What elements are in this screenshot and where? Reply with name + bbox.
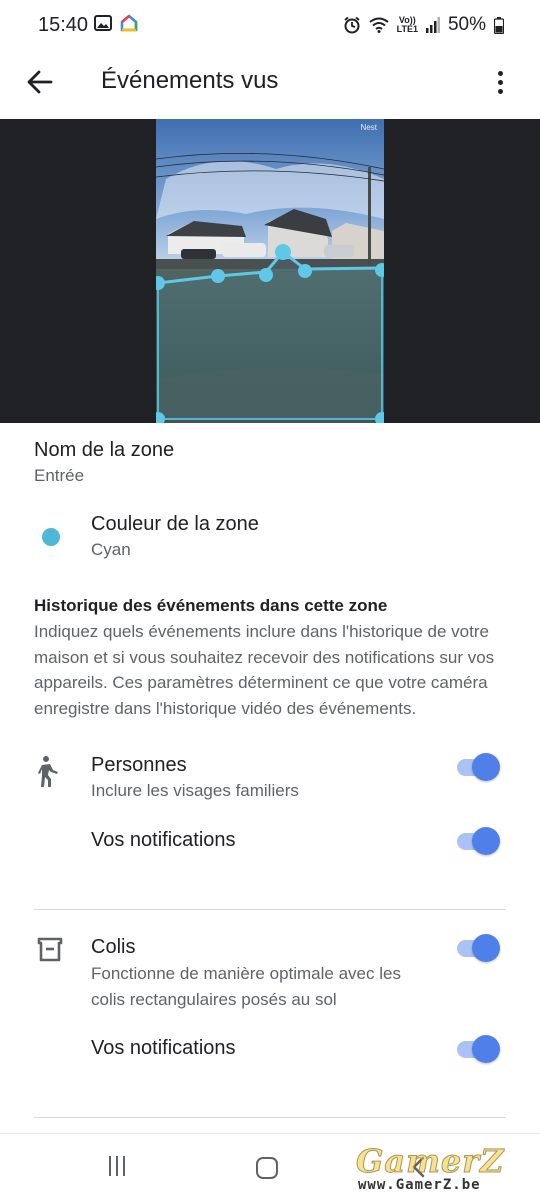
- history-title: Historique des événements dans cette zon…: [34, 596, 388, 615]
- packages-notifications-toggle[interactable]: [455, 1033, 501, 1065]
- google-home-icon: [120, 14, 138, 32]
- recents-button[interactable]: [106, 1156, 128, 1178]
- watermark-url: www.GamerZ.be: [358, 1177, 481, 1193]
- recents-icon: [109, 1156, 111, 1176]
- zone-color-title: Couleur de la zone: [91, 513, 259, 535]
- nest-brand-label: Nest: [360, 123, 377, 132]
- section-divider: [34, 1117, 506, 1118]
- wifi-icon: [369, 17, 389, 33]
- packages-notifications-setting[interactable]: Vos notifications: [34, 1033, 506, 1076]
- zone-name-title: Nom de la zone: [34, 439, 175, 461]
- more-vert-icon: [497, 70, 503, 76]
- more-vert-dot: [497, 88, 503, 94]
- arrow-back-icon: [27, 70, 53, 94]
- packages-notifications-label: Vos notifications: [91, 1037, 236, 1059]
- toggle-thumb: [472, 1035, 500, 1063]
- persons-notifications-label: Vos notifications: [91, 829, 236, 851]
- history-description: Indiquez quels événements inclure dans l…: [34, 622, 495, 718]
- camera-image: [156, 119, 384, 423]
- back-button[interactable]: [22, 64, 58, 100]
- volte-bottom-label: LTE1: [396, 24, 418, 34]
- zone-handle[interactable]: [298, 264, 312, 278]
- toggle-thumb: [472, 753, 500, 781]
- persons-subtitle: Inclure les visages familiers: [91, 781, 299, 800]
- more-vert-dot: [497, 79, 503, 85]
- camera-frame[interactable]: Nest: [156, 119, 384, 423]
- status-bar: 15:40 Vo)) LTE1 50%: [0, 0, 540, 50]
- zone-handle[interactable]: [211, 269, 225, 283]
- packages-setting[interactable]: Colis Fonctionne de manière optimale ave…: [34, 932, 506, 1015]
- packages-toggle[interactable]: [455, 932, 501, 964]
- zone-color-value: Cyan: [91, 540, 131, 559]
- battery-icon: [494, 16, 504, 34]
- packages-subtitle: Fonctionne de manière optimale avec les …: [91, 964, 401, 1009]
- toggle-thumb: [472, 934, 500, 962]
- person-walking-icon: [38, 756, 58, 787]
- home-button[interactable]: [256, 1157, 278, 1179]
- zone-name-setting[interactable]: Nom de la zone Entrée: [34, 438, 174, 488]
- persons-toggle[interactable]: [455, 751, 501, 783]
- status-right-icons: Vo)) LTE1 50%: [343, 14, 504, 36]
- recents-icon-bar: [116, 1156, 118, 1176]
- zone-color-swatch: [42, 528, 60, 546]
- zone-handle[interactable]: [259, 268, 273, 282]
- watermark-logo: GamerZ: [356, 1142, 505, 1181]
- zone-handle[interactable]: [275, 244, 291, 260]
- package-icon: [37, 937, 63, 962]
- app-bar: Événements vus: [0, 50, 540, 114]
- zone-color-setting[interactable]: Couleur de la zone Cyan: [34, 512, 514, 562]
- signal-icon: [425, 17, 440, 33]
- page-title: Événements vus: [101, 67, 279, 94]
- persons-setting[interactable]: Personnes Inclure les visages familiers: [34, 753, 506, 813]
- persons-notifications-setting[interactable]: Vos notifications: [34, 825, 506, 868]
- persons-title: Personnes: [91, 754, 187, 776]
- status-time: 15:40: [38, 14, 89, 36]
- camera-view: Nest: [0, 119, 540, 423]
- history-section: Historique des événements dans cette zon…: [34, 595, 514, 721]
- volte-indicator: Vo)) LTE1: [397, 16, 418, 34]
- status-left-icons: [94, 14, 138, 32]
- toggle-thumb: [472, 827, 500, 855]
- battery-percent: 50%: [447, 14, 486, 35]
- recents-icon-bar: [123, 1156, 125, 1176]
- more-options-button[interactable]: [482, 64, 518, 100]
- zone-name-value: Entrée: [34, 466, 85, 485]
- section-divider: [34, 909, 506, 910]
- image-icon: [94, 15, 112, 31]
- watermark: GamerZ www.GamerZ.be: [356, 1142, 526, 1194]
- alarm-icon: [343, 16, 360, 34]
- persons-notifications-toggle[interactable]: [455, 825, 501, 857]
- packages-title: Colis: [91, 936, 136, 958]
